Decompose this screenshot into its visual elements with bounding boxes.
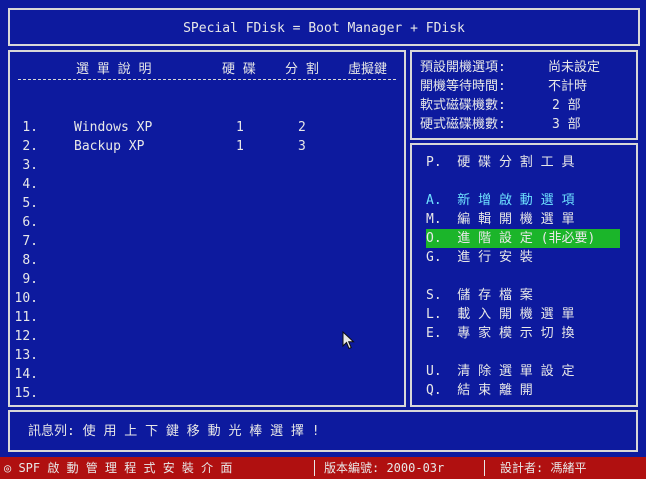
row-number: 10. [14, 291, 38, 306]
row-partition: 2 [298, 120, 306, 135]
status-separator [484, 460, 485, 476]
row-number: 8. [22, 253, 38, 268]
message-text: 訊息列: 使 用 上 下 鍵 移 動 光 棒 選 擇 ! [28, 424, 320, 439]
row-name: Backup XP [74, 139, 145, 154]
row-number: 2. [22, 139, 38, 154]
title-box: SPecial FDisk = Boot Manager + FDisk [8, 8, 640, 46]
menu-item-load[interactable]: L. 載 入 開 機 選 單 [426, 305, 574, 324]
dos-screen: SPecial FDisk = Boot Manager + FDisk 選 單… [0, 0, 646, 457]
row-disk: 1 [236, 139, 244, 154]
row-number: 5. [22, 196, 38, 211]
row-number: 15. [14, 386, 38, 401]
col-header-desc: 選 單 說 明 [76, 62, 152, 77]
status-app-name: ◎ SPF 啟 動 管 理 程 式 安 裝 介 面 [4, 461, 233, 475]
message-bar: 訊息列: 使 用 上 下 鍵 移 動 光 棒 選 擇 ! [8, 410, 638, 452]
row-partition: 3 [298, 139, 306, 154]
info-panel: 預設開機選項: 尚未設定 開機等待時間: 不計時 軟式磁碟機數: 2 部 硬式磁… [410, 50, 638, 140]
wait-time-label: 開機等待時間: [420, 79, 506, 94]
default-boot-label: 預設開機選項: [420, 60, 506, 75]
floppy-count-label: 軟式磁碟機數: [420, 98, 506, 113]
row-number: 4. [22, 177, 38, 192]
status-separator [314, 460, 315, 476]
row-number: 14. [14, 367, 38, 382]
row-number: 13. [14, 348, 38, 363]
row-number: 1. [22, 120, 38, 135]
col-header-disk: 硬 碟 [222, 62, 256, 77]
menu-item-edit-menu[interactable]: M. 編 輯 開 機 選 單 [426, 210, 574, 229]
mouse-pointer-icon [342, 331, 355, 350]
row-name: Windows XP [74, 120, 153, 135]
menu-item-expert[interactable]: E. 專 家 模 示 切 換 [426, 324, 574, 343]
row-disk: 1 [236, 120, 244, 135]
menu-item-clear[interactable]: U. 清 除 選 單 設 定 [426, 362, 574, 381]
row-number: 3. [22, 158, 38, 173]
col-header-key: 虛擬鍵 [348, 62, 388, 77]
menu-item-add-boot[interactable]: A. 新 增 啟 動 選 項 [426, 191, 574, 210]
header-divider [18, 79, 396, 80]
status-author: 設計者: 馮緒平 [500, 461, 587, 475]
default-boot-value: 尚未設定 [548, 60, 601, 75]
row-number: 9. [22, 272, 38, 287]
menu-item-advanced[interactable]: O. 進 階 設 定 (非必要) [426, 229, 620, 248]
col-header-part: 分 割 [285, 62, 319, 77]
row-number: 7. [22, 234, 38, 249]
menu-item-quit[interactable]: Q. 結 束 離 開 [426, 381, 533, 400]
floppy-count-value: 2 部 [552, 98, 581, 113]
menu-item-save[interactable]: S. 儲 存 檔 案 [426, 286, 533, 305]
hdd-count-value: 3 部 [552, 117, 581, 132]
boot-menu-table: 選 單 說 明 硬 碟 分 割 虛擬鍵 1. Windows XP 1 2 2. Back… [8, 50, 406, 407]
command-menu: P. 硬 碟 分 割 工 具 A. 新 增 啟 動 選 項 M. 編 輯 開 機… [410, 143, 638, 407]
menu-item-install[interactable]: G. 進 行 安 裝 [426, 248, 533, 267]
row-number: 12. [14, 329, 38, 344]
wait-time-value: 不計時 [548, 79, 588, 94]
window-title: SPecial FDisk = Boot Manager + FDisk [183, 21, 465, 36]
row-number: 6. [22, 215, 38, 230]
hdd-count-label: 硬式磁碟機數: [420, 117, 506, 132]
status-version: 版本編號: 2000-03r [324, 461, 445, 475]
menu-item-partition-tool[interactable]: P. 硬 碟 分 割 工 具 [426, 153, 574, 172]
row-number: 11. [14, 310, 38, 325]
status-bar: ◎ SPF 啟 動 管 理 程 式 安 裝 介 面 版本編號: 2000-03r… [0, 457, 646, 479]
